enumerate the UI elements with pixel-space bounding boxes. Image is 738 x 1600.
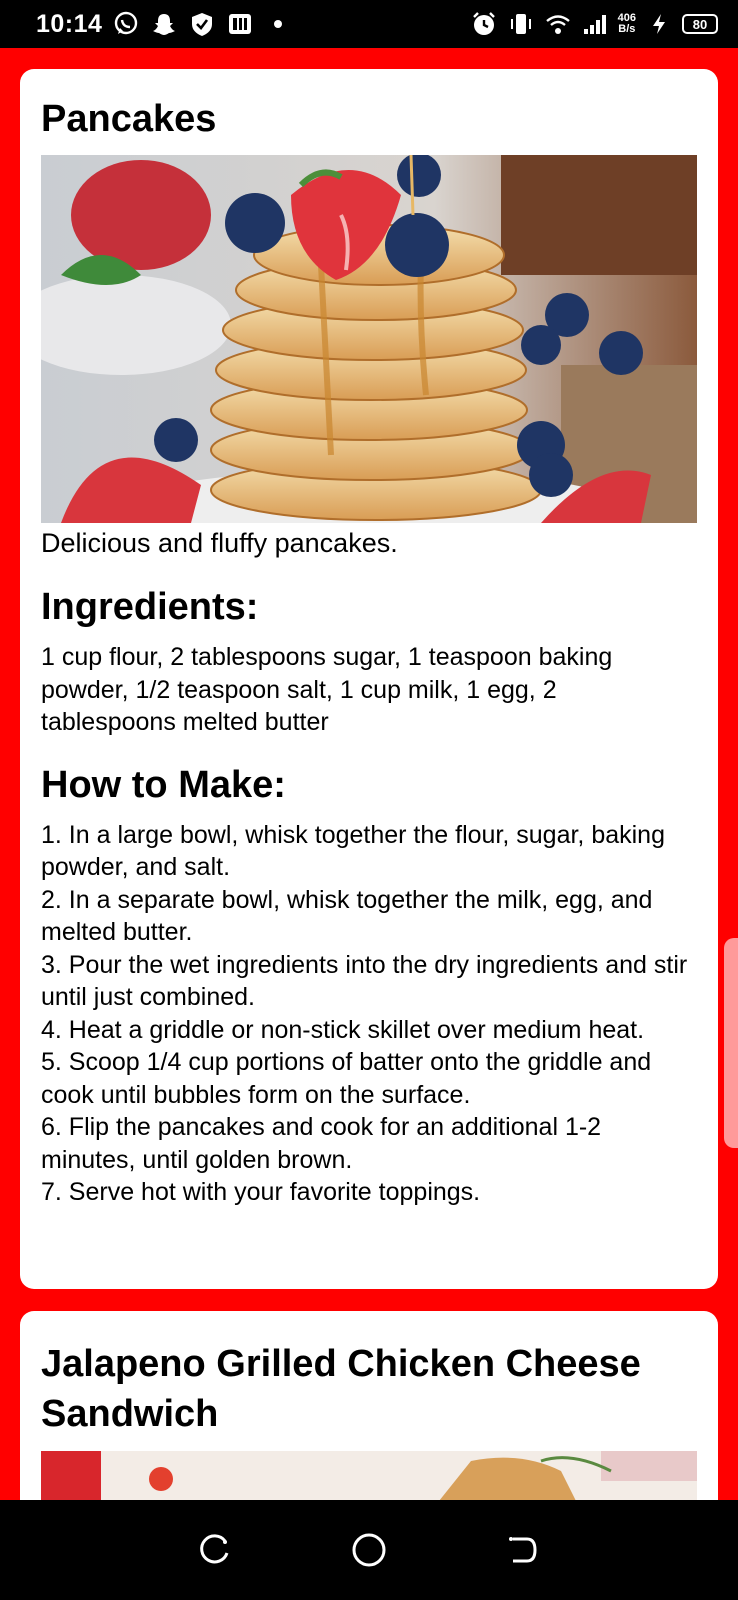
home-icon[interactable] <box>349 1530 389 1570</box>
navigation-bar <box>0 1500 738 1600</box>
signal-icon <box>581 10 609 38</box>
whatsapp-icon <box>112 10 140 38</box>
scroll-thumb[interactable] <box>724 938 738 1148</box>
recipe-description: Delicious and fluffy pancakes. <box>41 528 398 558</box>
recipe-title: Pancakes <box>41 98 217 140</box>
status-bar: 10:14 406 B/s 80 <box>0 0 738 48</box>
step-item: 7. Serve hot with your favorite toppings… <box>41 1178 481 1206</box>
step-item: 4. Heat a griddle or non-stick skillet o… <box>41 1015 645 1044</box>
dot-icon <box>264 10 292 38</box>
step-item: 1. In a large bowl, whisk together the f… <box>41 820 665 882</box>
step-item: 3. Pour the wet ingredients into the dry… <box>41 950 688 1012</box>
step-item: 5. Scoop 1/4 cup portions of batter onto… <box>41 1048 652 1109</box>
sandwich-photo <box>41 1451 697 1500</box>
snapchat-icon <box>150 10 178 38</box>
recents-icon[interactable] <box>196 1530 236 1570</box>
recipe-card[interactable]: Pancakes Delicious and fluffy pancakes. … <box>20 69 718 1289</box>
ingredients-text: 1 cup flour, 2 tablespoons sugar, 1 teas… <box>41 643 613 736</box>
alarm-icon <box>470 10 498 38</box>
net-speed-unit: B/s <box>618 23 636 35</box>
step-item: 6. Flip the pancakes and cook for an add… <box>41 1113 602 1174</box>
recipe-card[interactable]: Jalapeno Grilled Chicken Cheese Sandwich <box>20 1311 718 1500</box>
recipe-list[interactable]: Pancakes Delicious and fluffy pancakes. … <box>0 48 738 1500</box>
vibrate-icon <box>507 10 535 38</box>
status-time: 10:14 <box>36 9 103 38</box>
app-icon <box>226 10 254 38</box>
ingredients-heading: Ingredients: <box>41 586 259 628</box>
back-icon[interactable] <box>502 1530 542 1570</box>
charging-icon <box>645 10 673 38</box>
net-speed: 406 B/s <box>618 13 636 35</box>
steps-heading: How to Make: <box>41 763 286 806</box>
step-item: 2. In a separate bowl, whisk together th… <box>41 885 653 947</box>
wifi-icon <box>544 10 572 38</box>
shield-icon <box>188 10 216 38</box>
pancake-stack-photo <box>41 155 697 523</box>
steps-list: 1. In a large bowl, whisk together the f… <box>41 819 697 1209</box>
recipe-title: Jalapeno Grilled Chicken Cheese Sandwich <box>41 1343 641 1435</box>
battery-indicator: 80 <box>682 14 718 34</box>
